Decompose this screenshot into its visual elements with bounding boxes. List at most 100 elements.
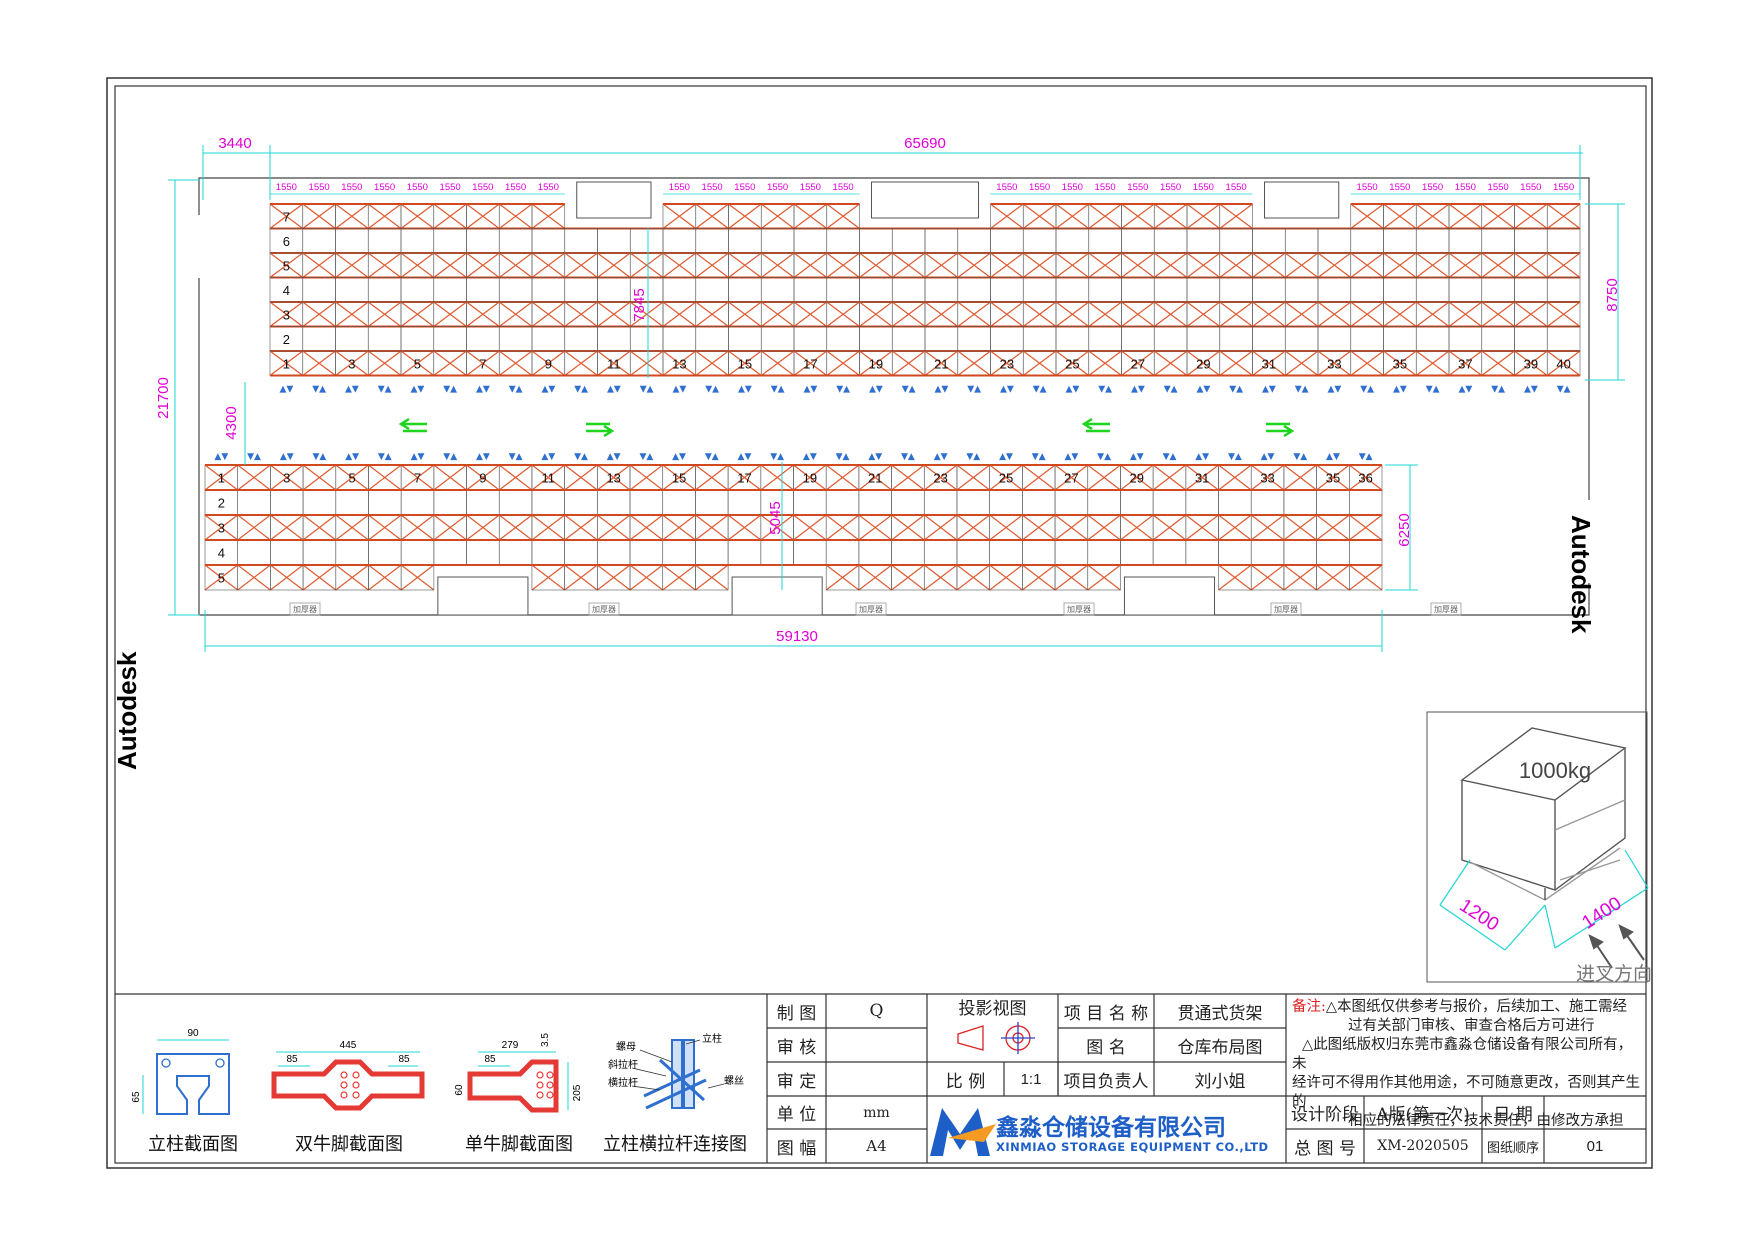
bay-label: 9 [479,471,486,486]
shending-value [826,1062,927,1096]
connection-caption: 立柱横拉杆连接图 [603,1134,747,1155]
bay-label: 37 [1458,357,1472,372]
rack-cell [1349,539,1383,566]
rack-cell [1481,277,1515,303]
bay-label: 27 [1064,471,1078,486]
column-box [1123,576,1216,616]
bay-width-label: 1550 [1357,182,1378,193]
project-name-label: 项 目 名 称 [1063,1003,1149,1024]
column-marker: ▼▲ [901,452,915,462]
rack-cell [826,277,860,303]
column-marker: ▼▲ [1360,385,1374,395]
rack-cell [695,228,729,254]
bay-label: 39 [1524,357,1538,372]
column-marker: ▼▲ [967,385,981,395]
rack-cell [335,326,369,352]
column-marker: ▲▼ [803,452,817,462]
rack-cell [1546,326,1581,352]
column-marker: ▲▼ [279,385,293,395]
rack-cell [1054,489,1089,516]
rack-cell [433,277,467,303]
rack-cell [1087,539,1121,566]
bay-label: 33 [1260,471,1274,486]
shenhe-value [826,1028,927,1062]
bay-label: 3 [348,357,355,372]
rack-cell [531,489,565,516]
rack-cell [597,228,631,254]
drawing-number-label: 总 图 号 [1294,1138,1356,1159]
bay-width-label: 1550 [1455,182,1476,193]
column-marker: ▲▼ [541,452,555,462]
column-marker: ▼▲ [312,385,326,395]
rack-cell [367,228,402,254]
rack-cell [825,489,860,516]
rack-cell [760,326,795,352]
company-name-en: XINMIAO STORAGE EQUIPMENT CO.,LTD [996,1140,1269,1154]
column-marker: ▼▲ [902,385,916,395]
column-marker: ▼▲ [770,452,784,462]
column-marker: ▼▲ [1359,452,1373,462]
row-label: 2 [283,332,290,347]
rack-cell [793,539,827,566]
column-marker: ▲▼ [476,385,490,395]
bay-width-label: 1550 [1193,182,1214,193]
part-label: 螺母 [616,1041,636,1053]
bay-label: 19 [869,357,883,372]
bay-label: 31 [1262,357,1276,372]
column-marker: ▲▼ [476,452,490,462]
rack-cell [891,277,926,303]
column-marker: ▼▲ [771,385,785,395]
column-marker: ▲▼ [1327,385,1341,395]
note-line: △此图纸版权归东莞市鑫淼仓储设备有限公司所有，未 [1292,1037,1633,1072]
rack-cell [990,326,1024,352]
rack-cell [695,277,729,303]
rack-cell [989,489,1023,516]
column-marker: ▲▼ [410,385,424,395]
bay-label: 36 [1358,471,1372,486]
date-label: 日 期 [1493,1105,1533,1125]
column-marker: ▲▼ [738,385,752,395]
pallet-depth: 1400 [1579,893,1626,934]
column-marker: ▼▲ [1033,385,1047,395]
rack-cell [1022,539,1056,566]
rack-cell [727,539,762,566]
rack-cell [1350,228,1384,254]
rack-cell [1022,326,1057,352]
column-marker: ▼▲ [705,452,719,462]
watermark-right: Autodesk [1566,515,1596,634]
column-marker: ▲▼ [1262,385,1276,395]
rack-cell [466,489,500,516]
bay-width-label: 1550 [767,182,788,193]
watermark-left: Autodesk [112,651,142,770]
row-label: 4 [218,546,225,561]
rack-cell [1317,277,1352,303]
rack-cell [662,539,696,566]
dim-lower-inner: 5045 [767,501,784,534]
rack-cell [1284,326,1319,352]
rack-cell [498,489,533,516]
rack-cell [924,326,959,352]
bay-label: 3 [283,471,290,486]
pallet-load: 1000kg [1519,758,1591,783]
rack-cell [498,228,533,254]
small-label: 加厚器 [1434,604,1458,614]
rack-cell [531,228,566,254]
column-marker: ▼▲ [705,385,719,395]
row-label: 7 [283,209,290,224]
shenhe-label: 审 核 [776,1037,817,1058]
bay-width-label: 1550 [833,182,854,193]
note-line: 过有关部门审核、审查合格后方可进行 [1348,1018,1595,1034]
column-box [437,576,529,616]
bay-label: 40 [1556,357,1570,372]
rack-cell [793,489,827,516]
section-dim: 85 [286,1054,298,1065]
rack-cell [1283,539,1317,566]
column-marker: ▼▲ [639,452,653,462]
bay-width-label: 1550 [538,182,559,193]
rack-cell [531,539,565,566]
pallet-width: 1200 [1456,895,1503,936]
column-marker: ▲▼ [411,452,425,462]
row-label: 3 [218,521,225,536]
rack-cell [335,539,369,566]
rack-cell [433,489,467,516]
